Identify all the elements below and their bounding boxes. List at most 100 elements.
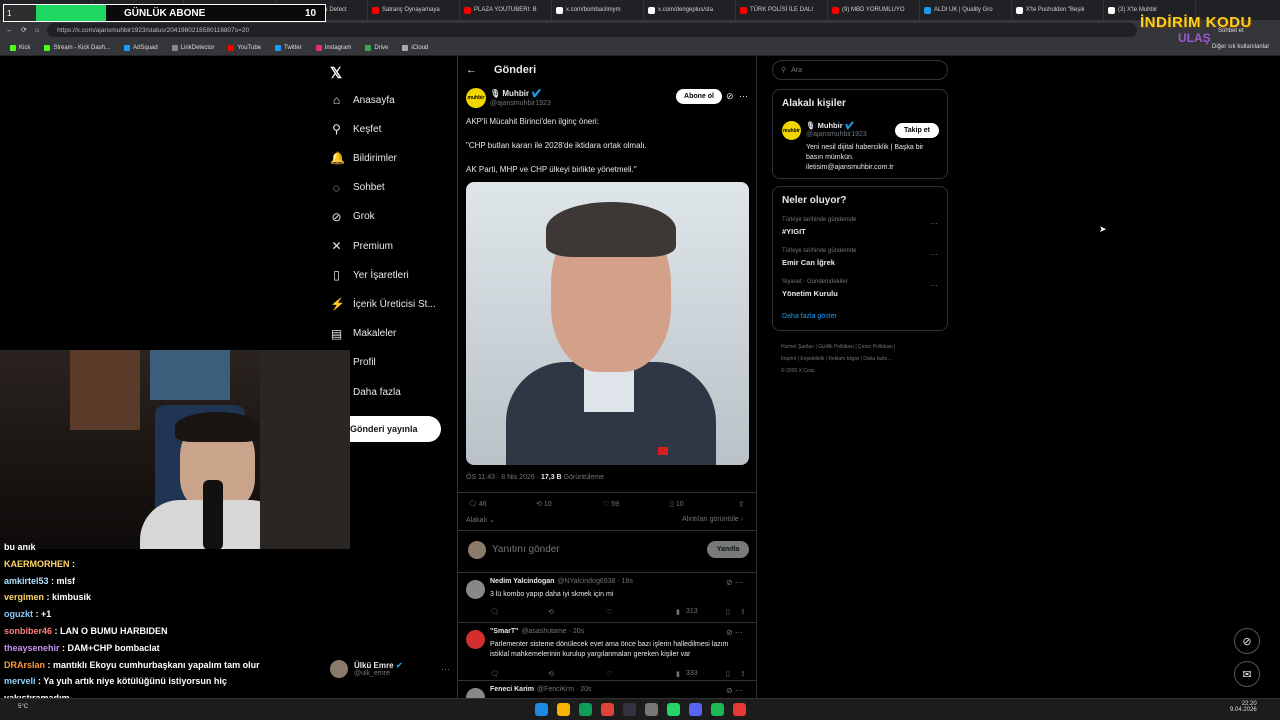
- nav-item[interactable]: ⊘ Grok: [330, 210, 374, 224]
- bookmark-action[interactable]: ▯ 10: [670, 500, 684, 508]
- nav-item[interactable]: 🔔 Bildirimler: [330, 151, 397, 165]
- related-name-row[interactable]: 🎙 Muhbir ✔: [806, 121, 854, 130]
- heart-icon[interactable]: ♡: [606, 608, 612, 616]
- x-logo-icon[interactable]: 𝕏: [330, 64, 342, 82]
- share-icon[interactable]: ⇪: [740, 608, 746, 616]
- nav-item[interactable]: ▤ Makaleler: [330, 327, 397, 341]
- trend-topic[interactable]: #YIGIT: [782, 227, 806, 236]
- browser-tab[interactable]: X'te Pusholden "Beşik: [1012, 0, 1104, 20]
- nav-item[interactable]: ⚲ Keşfet: [330, 122, 381, 136]
- share-icon[interactable]: ⇪: [738, 500, 745, 509]
- nav-item[interactable]: ▯ Yer İşaretleri: [330, 268, 409, 282]
- browser-tab[interactable]: PLAZA YOUTUBERI: B: [460, 0, 552, 20]
- browser-tab[interactable]: TÜRK POLİSİ İLE DALI: [736, 0, 828, 20]
- browser-tab[interactable]: Satranç Oynayamaya: [368, 0, 460, 20]
- view-quotes-link[interactable]: Alıntıları görüntüle ›: [682, 516, 743, 523]
- post-views-count: 17,3 B: [540, 474, 562, 481]
- views-icon[interactable]: ▮: [676, 608, 680, 616]
- browser-tab[interactable]: (9) MBD YORUMLUYO: [828, 0, 920, 20]
- like-action[interactable]: ♡ 59: [603, 500, 619, 508]
- trend-topic[interactable]: Yönetim Kurulu: [782, 289, 838, 298]
- repost-action[interactable]: ⟲ 10: [536, 500, 552, 508]
- reply-action[interactable]: 🗨 46: [468, 500, 487, 508]
- reply-avatar[interactable]: [466, 630, 485, 649]
- back-icon[interactable]: ←: [6, 27, 13, 34]
- reply-input[interactable]: Yanıtını gönder: [492, 544, 560, 555]
- trend-more-icon[interactable]: ⋯: [930, 250, 938, 259]
- clock[interactable]: 22:20 9.04.2026: [1230, 701, 1257, 713]
- reply-author-row[interactable]: Nedim Yalcindogan @NYalcindog6938 · 16s: [490, 578, 633, 585]
- heart-icon[interactable]: ♡: [606, 670, 612, 678]
- nav-item[interactable]: ⌂ Anasayfa: [330, 93, 395, 107]
- reply-button[interactable]: Yanıtla: [707, 541, 749, 558]
- bookmark-item[interactable]: Drive: [365, 44, 388, 51]
- trend-more-icon[interactable]: ⋯: [930, 281, 938, 290]
- post-more-icon[interactable]: ⋯: [739, 91, 748, 102]
- divider: [458, 680, 756, 681]
- weather-temp[interactable]: 5°C: [18, 704, 28, 710]
- account-switcher[interactable]: Ülkü Emre ✔ @ulk_emre ⋯: [330, 660, 450, 678]
- discord-icon[interactable]: [689, 703, 702, 716]
- footer-line2[interactable]: İmprint | Erişebilirlik | Reklam bilgisi…: [781, 353, 951, 365]
- edge-icon[interactable]: [579, 703, 592, 716]
- bookmark-item[interactable]: iCloud: [402, 44, 428, 51]
- reply-more-icon[interactable]: ⊘ ⋯: [726, 628, 743, 637]
- bookmark-item[interactable]: Twitter: [275, 44, 302, 51]
- trend-more-icon[interactable]: ⋯: [930, 219, 938, 228]
- spotify-icon[interactable]: [711, 703, 724, 716]
- file-explorer-icon[interactable]: [557, 703, 570, 716]
- reply-author-row[interactable]: "SmarT" @asashutame · 20s: [490, 628, 584, 635]
- related-avatar[interactable]: muhbir: [782, 121, 801, 140]
- repost-icon[interactable]: ⟲: [548, 608, 554, 616]
- browser-tab[interactable]: x.com/dengeplus/sta: [644, 0, 736, 20]
- start-icon[interactable]: [535, 703, 548, 716]
- browser-tab[interactable]: x.com/bombacilmym: [552, 0, 644, 20]
- url-input[interactable]: https://x.com/ajansmuhbir1923/status/204…: [47, 23, 1138, 37]
- home-icon[interactable]: ⌂: [35, 27, 39, 34]
- steam-icon[interactable]: [623, 703, 636, 716]
- back-arrow-icon[interactable]: ←: [466, 64, 477, 76]
- reply-author-row[interactable]: Feneci Karim @FenciKrm · 20s: [490, 686, 592, 693]
- reply-more-icon[interactable]: ⊘ ⋯: [726, 578, 743, 587]
- repost-icon[interactable]: ⟲: [548, 670, 554, 678]
- follow-button[interactable]: Takip et: [895, 123, 939, 138]
- messages-float-button[interactable]: ✉: [1234, 661, 1260, 687]
- grok-float-button[interactable]: ⊘: [1234, 628, 1260, 654]
- share-icon[interactable]: ⇪: [740, 670, 746, 678]
- bookmark-icon[interactable]: ▯: [726, 608, 730, 616]
- post-image[interactable]: [466, 182, 749, 465]
- grok-icon[interactable]: ⊘: [726, 91, 734, 102]
- browser-tab[interactable]: ALDI UK | Quality Gro: [920, 0, 1012, 20]
- reply-icon[interactable]: 🗨: [490, 670, 499, 678]
- bookmark-item[interactable]: Instagram: [315, 44, 351, 51]
- footer-line1[interactable]: Hizmet Şartları | Gizlilik Politikası | …: [781, 341, 951, 353]
- author-name-row[interactable]: 🎙 Muhbir ✔: [490, 89, 541, 98]
- search-box[interactable]: ⚲ Ara: [772, 60, 948, 80]
- bookmark-item[interactable]: AdSquad: [124, 44, 158, 51]
- bookmark-item[interactable]: LinkDetector: [171, 44, 214, 51]
- bookmark-item[interactable]: YouTube: [228, 44, 261, 51]
- reload-icon[interactable]: ⟳: [21, 26, 27, 34]
- author-avatar[interactable]: muhbir: [466, 88, 486, 108]
- reply-avatar[interactable]: [466, 580, 485, 599]
- nav-item[interactable]: ◌ Sohbet: [330, 181, 385, 195]
- views-icon[interactable]: ▮: [676, 670, 680, 678]
- show-more-link[interactable]: Daha fazla göster: [782, 313, 837, 320]
- trend-topic[interactable]: Emir Can İğrek: [782, 258, 835, 267]
- bookmark-item[interactable]: Stream - Kick Dash...: [44, 44, 110, 51]
- subscribe-button[interactable]: Abone ol: [676, 89, 722, 104]
- account-more-icon[interactable]: ⋯: [441, 664, 450, 675]
- post-button[interactable]: Gönderi yayınla: [338, 416, 441, 442]
- reply-icon[interactable]: 🗨: [490, 608, 499, 616]
- whatsapp-icon[interactable]: [667, 703, 680, 716]
- obs-icon[interactable]: [733, 703, 746, 716]
- other-bookmarks[interactable]: Diğer sık kullanılanlar: [1212, 44, 1269, 50]
- reply-more-icon[interactable]: ⊘ ⋯: [726, 686, 743, 695]
- chrome-icon[interactable]: [601, 703, 614, 716]
- app-icon[interactable]: [645, 703, 658, 716]
- related-dropdown[interactable]: Alakalı ⌄: [466, 516, 495, 524]
- bookmark-item[interactable]: Kick: [10, 44, 30, 51]
- nav-item[interactable]: ✕ Premium: [330, 239, 393, 253]
- nav-item[interactable]: ⚡ İçerik Üreticisi St...: [330, 297, 436, 311]
- bookmark-icon[interactable]: ▯: [726, 670, 730, 678]
